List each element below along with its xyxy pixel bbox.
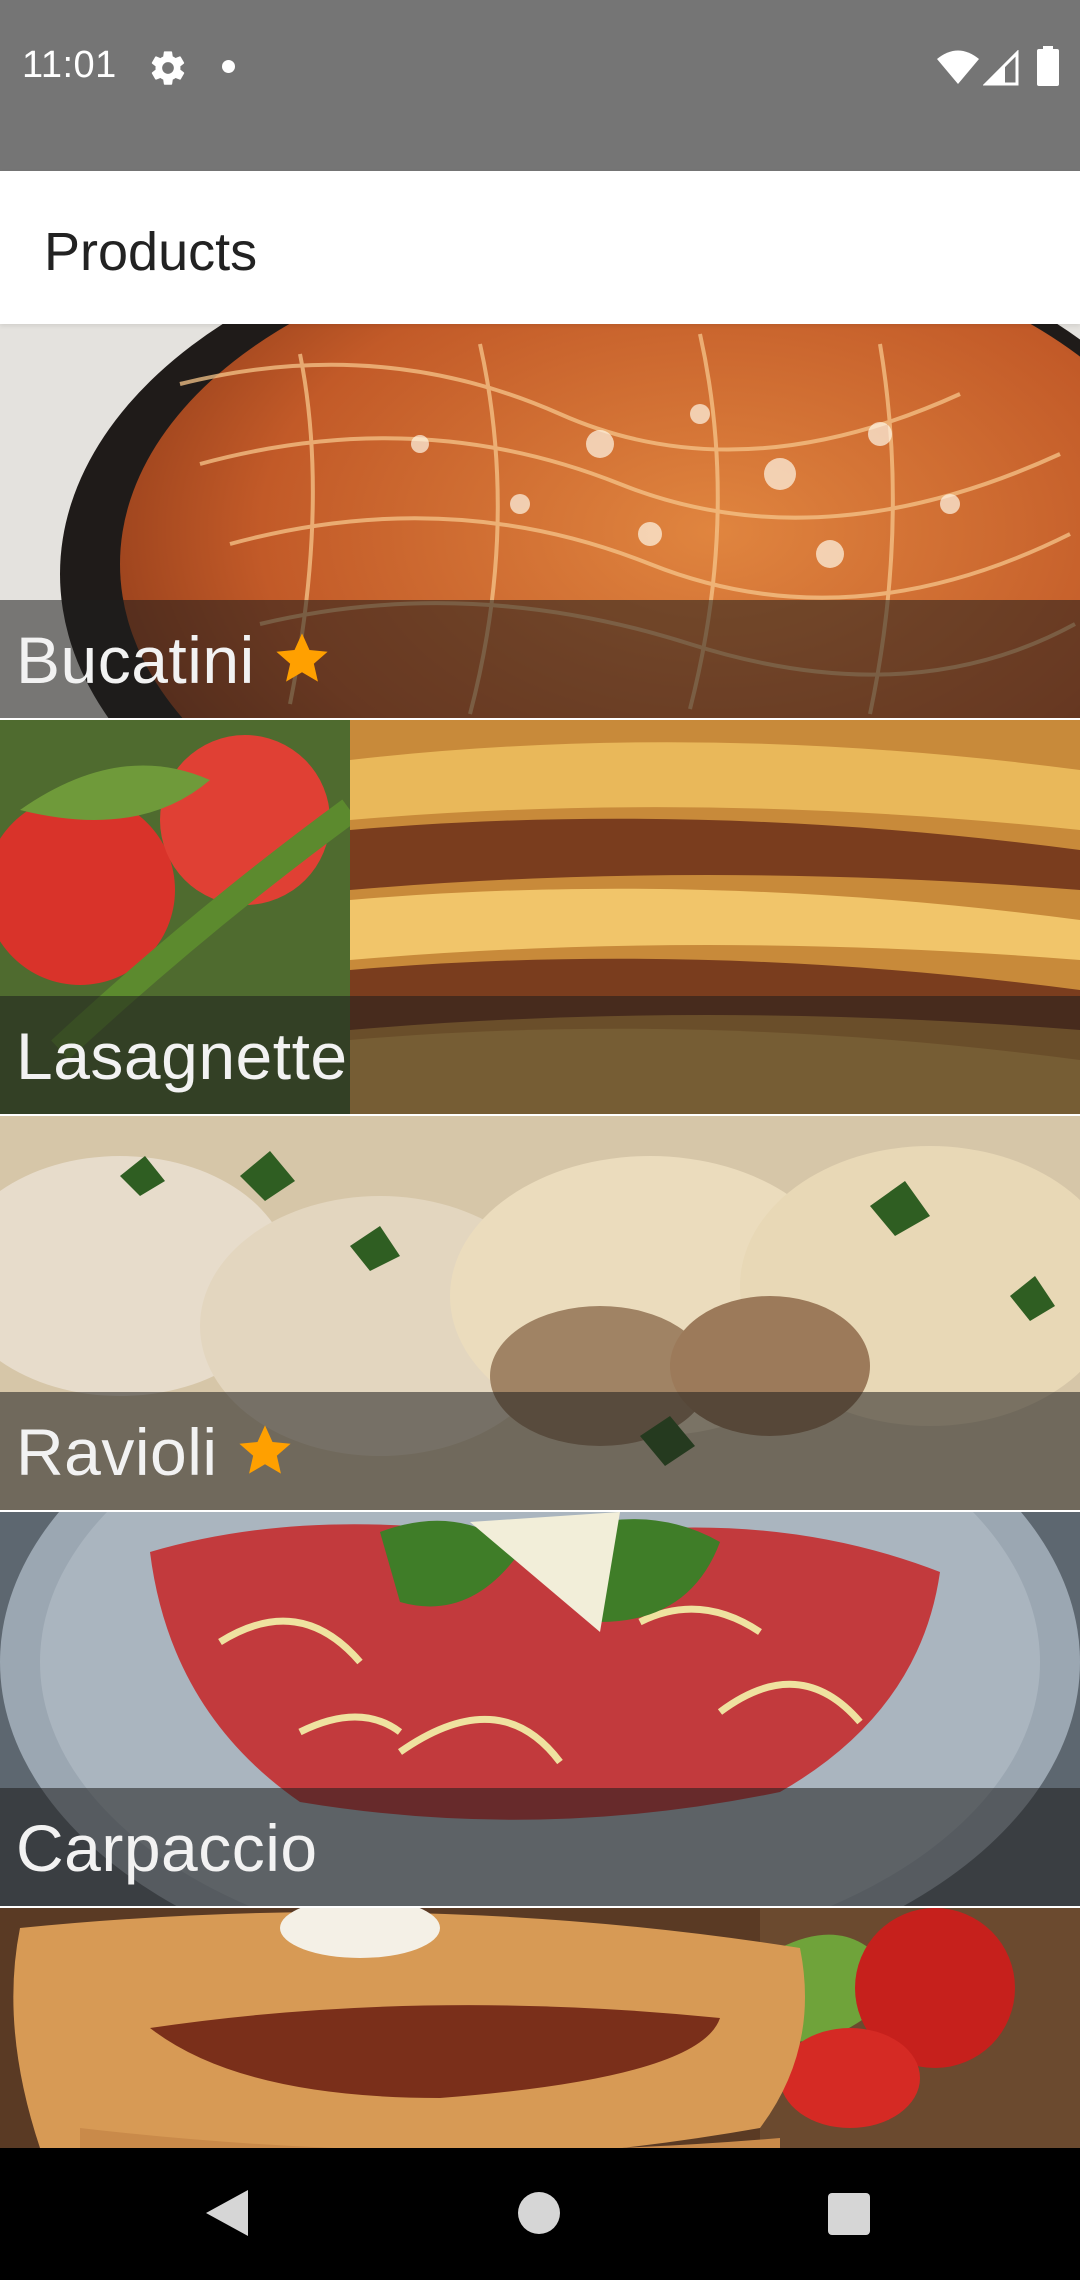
- calzone-photo: [0, 1908, 1080, 2148]
- product-card-bucatini[interactable]: Bucatini: [0, 324, 1080, 718]
- star-icon: [238, 1425, 291, 1474]
- recents-icon[interactable]: [828, 2193, 870, 2235]
- product-card-calzone[interactable]: [0, 1908, 1080, 2148]
- page-title: Products: [44, 222, 258, 282]
- product-caption: Ravioli: [0, 1392, 1080, 1510]
- product-caption: Bucatini: [0, 600, 1080, 718]
- gear-icon: [151, 51, 185, 85]
- product-name: Carpaccio: [16, 1811, 318, 1885]
- product-card-ravioli[interactable]: Ravioli: [0, 1116, 1080, 1510]
- notification-dot-icon: [222, 60, 235, 73]
- battery-icon: [1037, 46, 1059, 86]
- product-name: Bucatini: [16, 622, 331, 698]
- cell-signal-icon: [983, 50, 1019, 86]
- star-icon: [276, 633, 328, 682]
- status-bar: 11:01: [0, 0, 1080, 171]
- app-bar: Products: [0, 171, 1080, 324]
- wifi-icon: [937, 50, 979, 84]
- back-icon[interactable]: [204, 2188, 250, 2238]
- home-icon[interactable]: [518, 2192, 560, 2234]
- product-caption: Carpaccio: [0, 1788, 1080, 1906]
- product-caption: Lasagnette: [0, 996, 1080, 1114]
- navigation-bar: [0, 2148, 1080, 2280]
- product-card-carpaccio[interactable]: Carpaccio: [0, 1512, 1080, 1906]
- product-name: Lasagnette: [16, 1019, 348, 1093]
- product-list[interactable]: Bucatini Lasagnette Ravioli Carpaccio: [0, 324, 1080, 2148]
- product-name: Ravioli: [16, 1414, 294, 1490]
- product-card-lasagnette[interactable]: Lasagnette: [0, 720, 1080, 1114]
- status-time: 11:01: [22, 44, 117, 86]
